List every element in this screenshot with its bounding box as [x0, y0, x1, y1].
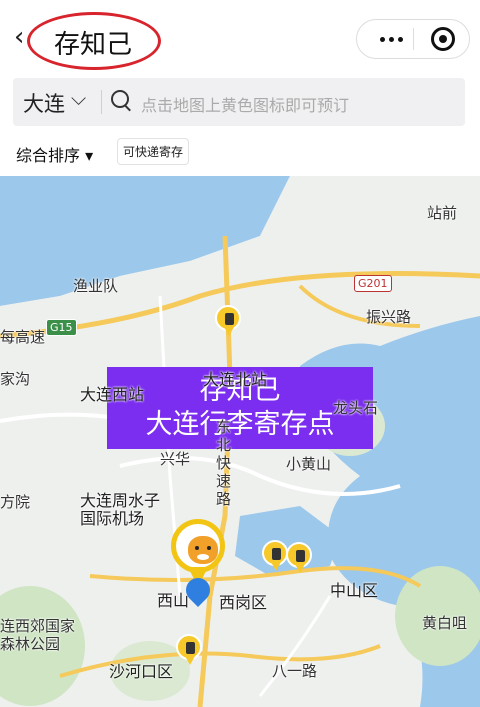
map-label-longtoushi: 龙头石	[333, 399, 379, 417]
map-label-jiagou: 家沟	[0, 370, 31, 388]
search-input[interactable]: 点击地图上黄色图标即可预订	[141, 92, 349, 116]
map-label-dalian-xizhan: 大连西站	[80, 385, 145, 404]
tiger-mascot-icon	[171, 519, 225, 573]
map-label-airport: 大连周水子国际机场	[80, 491, 161, 528]
capsule-divider	[413, 28, 414, 50]
locker-pin[interactable]	[286, 542, 314, 576]
sort-dropdown[interactable]: 综合排序 ▾	[16, 142, 93, 166]
current-location-icon	[181, 573, 215, 608]
chevron-down-icon[interactable]: ⌵	[71, 86, 86, 110]
map-label-xiaohuangshan: 小黄山	[286, 455, 332, 473]
back-icon[interactable]: ‹	[14, 22, 24, 52]
map-label-zhenxinglu: 振兴路	[366, 308, 412, 326]
page-title: 存知己	[54, 30, 133, 60]
highway-badge-g15: G15	[46, 319, 77, 336]
map-label-bayilu: 八一路	[272, 662, 318, 680]
map-label-yuyedui: 渔业队	[73, 277, 119, 295]
map-label-xinghua: 兴华	[160, 450, 191, 468]
more-icon[interactable]	[371, 20, 411, 58]
map-label-dalian-beizhan: 大连北站	[203, 370, 268, 389]
search-bar: 大连 ⌵ 点击地图上黄色图标即可预订	[13, 78, 465, 126]
map-label-zhongshan: 中山区	[330, 581, 379, 600]
highway-badge-g201: G201	[354, 275, 392, 292]
express-storage-filter[interactable]: 可快递寄存	[117, 138, 190, 165]
locker-pin[interactable]	[215, 305, 243, 339]
map-label-fangyuan: 方院	[0, 493, 31, 511]
search-icon	[111, 90, 129, 108]
map-label-xishan: 西山	[157, 591, 190, 610]
map-label-dongbei: 东北快速路	[216, 418, 232, 508]
locker-pin[interactable]	[176, 634, 204, 668]
map-label-gaosu: 每高速	[0, 328, 46, 346]
title-bar: ‹ 存知己	[0, 0, 480, 76]
close-target-icon[interactable]	[431, 27, 455, 51]
map-label-lianxi: 连西郊国家森林公园	[0, 617, 76, 653]
map-label-shahekou: 沙河口区	[109, 662, 174, 681]
search-divider	[101, 90, 102, 114]
map-label-xigang: 西岗区	[219, 593, 268, 612]
map-label-zhanqian: 站前	[427, 204, 458, 222]
map-label-huangbaizui: 黄白咀	[422, 614, 468, 632]
filter-bar: 综合排序 ▾ 可快递寄存	[0, 130, 480, 176]
city-selector[interactable]: 大连	[23, 88, 65, 118]
mini-program-capsule	[356, 19, 470, 59]
